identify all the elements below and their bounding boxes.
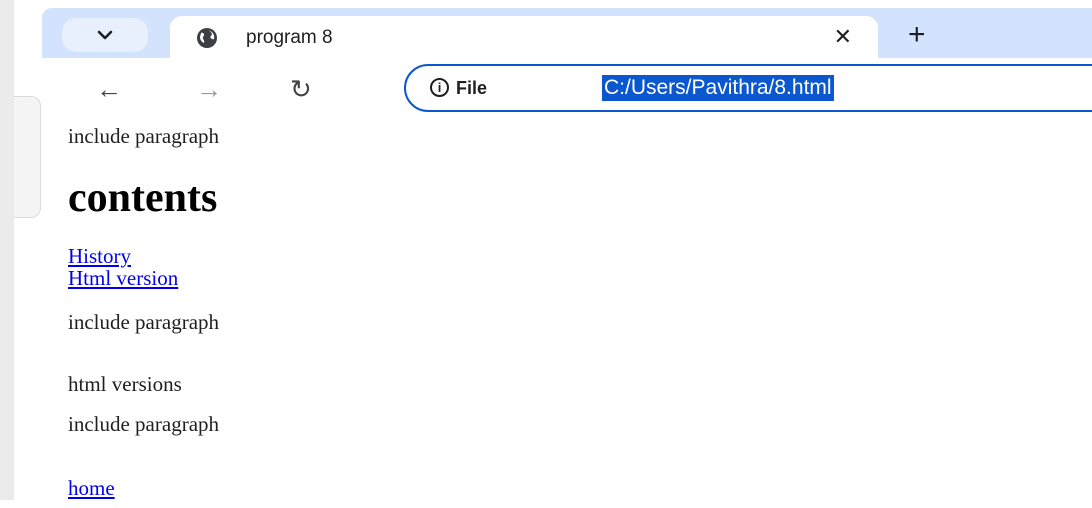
- paragraph: include paragraph: [68, 412, 220, 436]
- tab-search-button[interactable]: [62, 18, 148, 52]
- browser-window: program 8 ✕ + ← → ↻ i File C:/Users/Pavi…: [42, 8, 1092, 508]
- close-icon[interactable]: ✕: [834, 25, 852, 49]
- scheme-label[interactable]: File: [456, 77, 487, 99]
- background-window-edge: [0, 0, 14, 500]
- tab-title: program 8: [246, 27, 333, 48]
- address-bar[interactable]: i File C:/Users/Pavithra/8.html: [404, 64, 1092, 112]
- tab-strip: program 8 ✕ +: [42, 8, 1092, 60]
- globe-icon: [197, 28, 217, 48]
- paragraph: include paragraph: [68, 124, 220, 148]
- section-text: html versions: [68, 372, 182, 396]
- background-window-panel: [14, 96, 41, 218]
- paragraph: include paragraph: [68, 310, 220, 334]
- tab-active[interactable]: program 8 ✕: [170, 16, 878, 60]
- link-html-version[interactable]: Html version: [68, 266, 178, 290]
- forward-arrow-icon[interactable]: →: [196, 76, 222, 102]
- link-history[interactable]: History: [68, 244, 131, 268]
- chevron-down-icon: [97, 30, 113, 40]
- reload-icon[interactable]: ↻: [290, 76, 312, 102]
- url-text[interactable]: C:/Users/Pavithra/8.html: [602, 75, 834, 101]
- new-tab-button[interactable]: +: [908, 20, 926, 50]
- link-home[interactable]: home: [68, 476, 115, 500]
- info-icon[interactable]: i: [430, 78, 449, 97]
- page-heading: contents: [68, 175, 218, 221]
- browser-toolbar: ← → ↻ i File C:/Users/Pavithra/8.html: [42, 58, 1092, 120]
- back-arrow-icon[interactable]: ←: [96, 76, 122, 102]
